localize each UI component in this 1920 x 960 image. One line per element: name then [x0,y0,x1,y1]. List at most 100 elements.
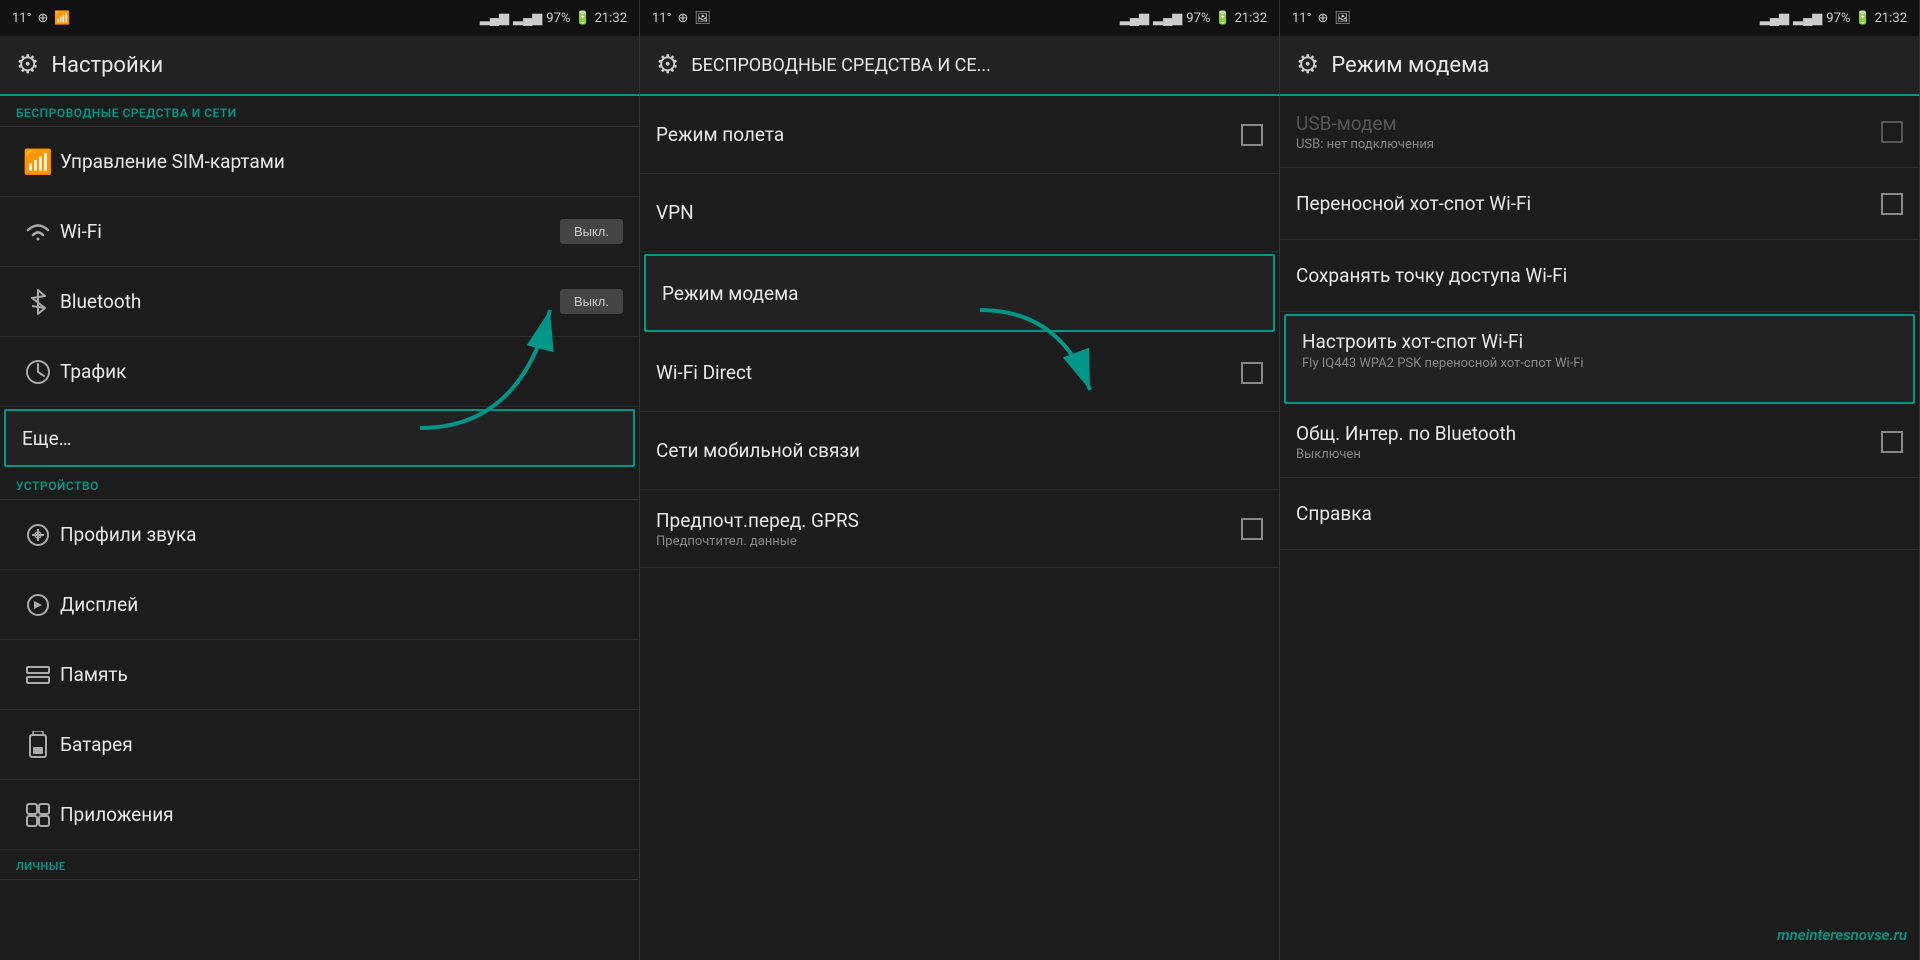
gprs-right[interactable] [1241,518,1263,540]
display-content: Дисплей [60,593,623,616]
menu-item-memory[interactable]: Память [0,640,639,710]
sim-title: Управление SIM-картами [60,150,623,173]
watermark: mneinteresnovse.ru [1777,926,1907,944]
sim-content: Управление SIM-картами [60,150,623,173]
temperature-1: 11° [12,11,31,26]
signal-bars-6: ▂▄▆ [1793,10,1822,26]
bluetooth-right[interactable]: Выкл. [560,289,623,314]
menu-item-display[interactable]: Дисплей [0,570,639,640]
wifi-right[interactable]: Выкл. [560,219,623,244]
time-1: 21:32 [595,11,627,26]
panel-settings: 11° ⊕ 📶 ▂▄▆ ▂▄▆ 97% 🔋 21:32 ⚙ Настройки … [0,0,640,960]
status-right-1: ▂▄▆ ▂▄▆ 97% 🔋 21:32 [480,10,627,26]
wifidirect-title: Wi-Fi Direct [656,361,1241,384]
wifi-icon [16,221,60,243]
battery-percent-2: 97% [1186,11,1210,26]
gps-icon: ⊕ [37,11,48,26]
hotspot-checkbox[interactable] [1881,193,1903,215]
wifi-toggle[interactable]: Выкл. [560,219,623,244]
memory-title: Память [60,663,623,686]
apps-content: Приложения [60,803,623,826]
image-icon-3: 🖼 [1334,11,1351,26]
page-title-2: БЕСПРОВОДНЫЕ СРЕДСТВА И СЕ... [691,55,991,76]
sim-icon: 📶 [16,148,60,176]
battery-percent-1: 97% [546,11,570,26]
bluetooth-icon [16,288,60,316]
temperature-2: 11° [652,11,671,26]
wifidirect-checkbox[interactable] [1241,362,1263,384]
wifidirect-right[interactable] [1241,362,1263,384]
settings-icon-1: ⚙ [16,50,39,80]
signal-icon: 📶 [54,11,70,26]
status-right-3: ▂▄▆ ▂▄▆ 97% 🔋 21:32 [1760,10,1907,26]
bt-tethering-right[interactable] [1881,431,1903,453]
menu-item-usb[interactable]: USB-модем USB: нет подключения [1280,96,1919,168]
vpn-content: VPN [656,201,1263,224]
usb-checkbox[interactable] [1881,121,1903,143]
temperature-3: 11° [1292,11,1311,26]
bt-tethering-content: Общ. Интер. по Bluetooth Выключен [1296,422,1881,462]
memory-icon [16,665,60,685]
bluetooth-toggle[interactable]: Выкл. [560,289,623,314]
menu-item-wifidirect[interactable]: Wi-Fi Direct [640,334,1279,412]
hotspot-content: Переносной хот-спот Wi-Fi [1296,192,1881,215]
menu-item-hotspot[interactable]: Переносной хот-спот Wi-Fi [1280,168,1919,240]
menu-item-battery[interactable]: Батарея [0,710,639,780]
menu-item-mobile[interactable]: Сети мобильной связи [640,412,1279,490]
signal-bars-5: ▂▄▆ [1760,10,1789,26]
gps-icon-3: ⊕ [1317,11,1328,26]
more-title: Еще… [22,427,617,450]
menu-item-help[interactable]: Справка [1280,478,1919,550]
bt-tethering-checkbox[interactable] [1881,431,1903,453]
menu-item-configure-hotspot[interactable]: Настроить хот-спот Wi-Fi Fly IQ443 WPA2 … [1284,314,1915,404]
airplane-checkbox[interactable] [1241,124,1263,146]
sound-icon [16,522,60,548]
traffic-title: Трафик [60,360,623,383]
airplane-content: Режим полета [656,123,1241,146]
configure-hotspot-content: Настроить хот-спот Wi-Fi Fly IQ443 WPA2 … [1302,330,1897,373]
usb-title: USB-модем [1296,112,1881,135]
menu-item-modem[interactable]: Режим модема [644,254,1275,332]
configure-hotspot-title: Настроить хот-спот Wi-Fi [1302,330,1897,353]
app-header-1: ⚙ Настройки [0,36,639,96]
hotspot-right[interactable] [1881,193,1903,215]
bluetooth-content: Bluetooth [60,290,560,313]
configure-hotspot-subtitle: Fly IQ443 WPA2 PSK переносной хот-спот W… [1302,355,1897,373]
menu-item-sim[interactable]: 📶 Управление SIM-картами [0,127,639,197]
battery-percent-3: 97% [1826,11,1850,26]
help-content: Справка [1296,502,1903,525]
menu-item-bluetooth[interactable]: Bluetooth Выкл. [0,267,639,337]
battery-icon-2: 🔋 [1214,11,1230,26]
menu-item-save-hotspot[interactable]: Сохранять точку доступа Wi-Fi [1280,240,1919,312]
menu-item-vpn[interactable]: VPN [640,174,1279,252]
page-title-3: Режим модема [1331,53,1489,78]
gprs-checkbox[interactable] [1241,518,1263,540]
battery-title: Батарея [60,733,623,756]
menu-item-bt-tethering[interactable]: Общ. Интер. по Bluetooth Выключен [1280,406,1919,478]
apps-icon [16,802,60,828]
help-title: Справка [1296,502,1903,525]
signal-bars-2: ▂▄▆ [513,10,542,26]
sound-title: Профили звука [60,523,623,546]
panel-modem: 11° ⊕ 🖼 ▂▄▆ ▂▄▆ 97% 🔋 21:32 ⚙ Режим моде… [1280,0,1920,960]
menu-item-wifi[interactable]: Wi-Fi Выкл. [0,197,639,267]
battery-icon-3: 🔋 [1854,11,1870,26]
time-2: 21:32 [1235,11,1267,26]
signal-bars-3: ▂▄▆ [1120,10,1149,26]
menu-item-gprs[interactable]: Предпочт.перед. GPRS Предпочтител. данны… [640,490,1279,568]
battery-content: Батарея [60,733,623,756]
menu-item-sound[interactable]: Профили звука [0,500,639,570]
menu-item-more[interactable]: Еще… [4,409,635,467]
app-header-3: ⚙ Режим модема [1280,36,1919,96]
gps-icon-2: ⊕ [677,11,688,26]
traffic-icon [16,359,60,385]
airplane-right[interactable] [1241,124,1263,146]
wifi-title: Wi-Fi [60,220,560,243]
save-hotspot-content: Сохранять точку доступа Wi-Fi [1296,264,1903,287]
usb-right[interactable] [1881,121,1903,143]
menu-item-airplane[interactable]: Режим полета [640,96,1279,174]
bt-tethering-title: Общ. Интер. по Bluetooth [1296,422,1881,445]
menu-item-traffic[interactable]: Трафик [0,337,639,407]
traffic-content: Трафик [60,360,623,383]
menu-item-apps[interactable]: Приложения [0,780,639,850]
